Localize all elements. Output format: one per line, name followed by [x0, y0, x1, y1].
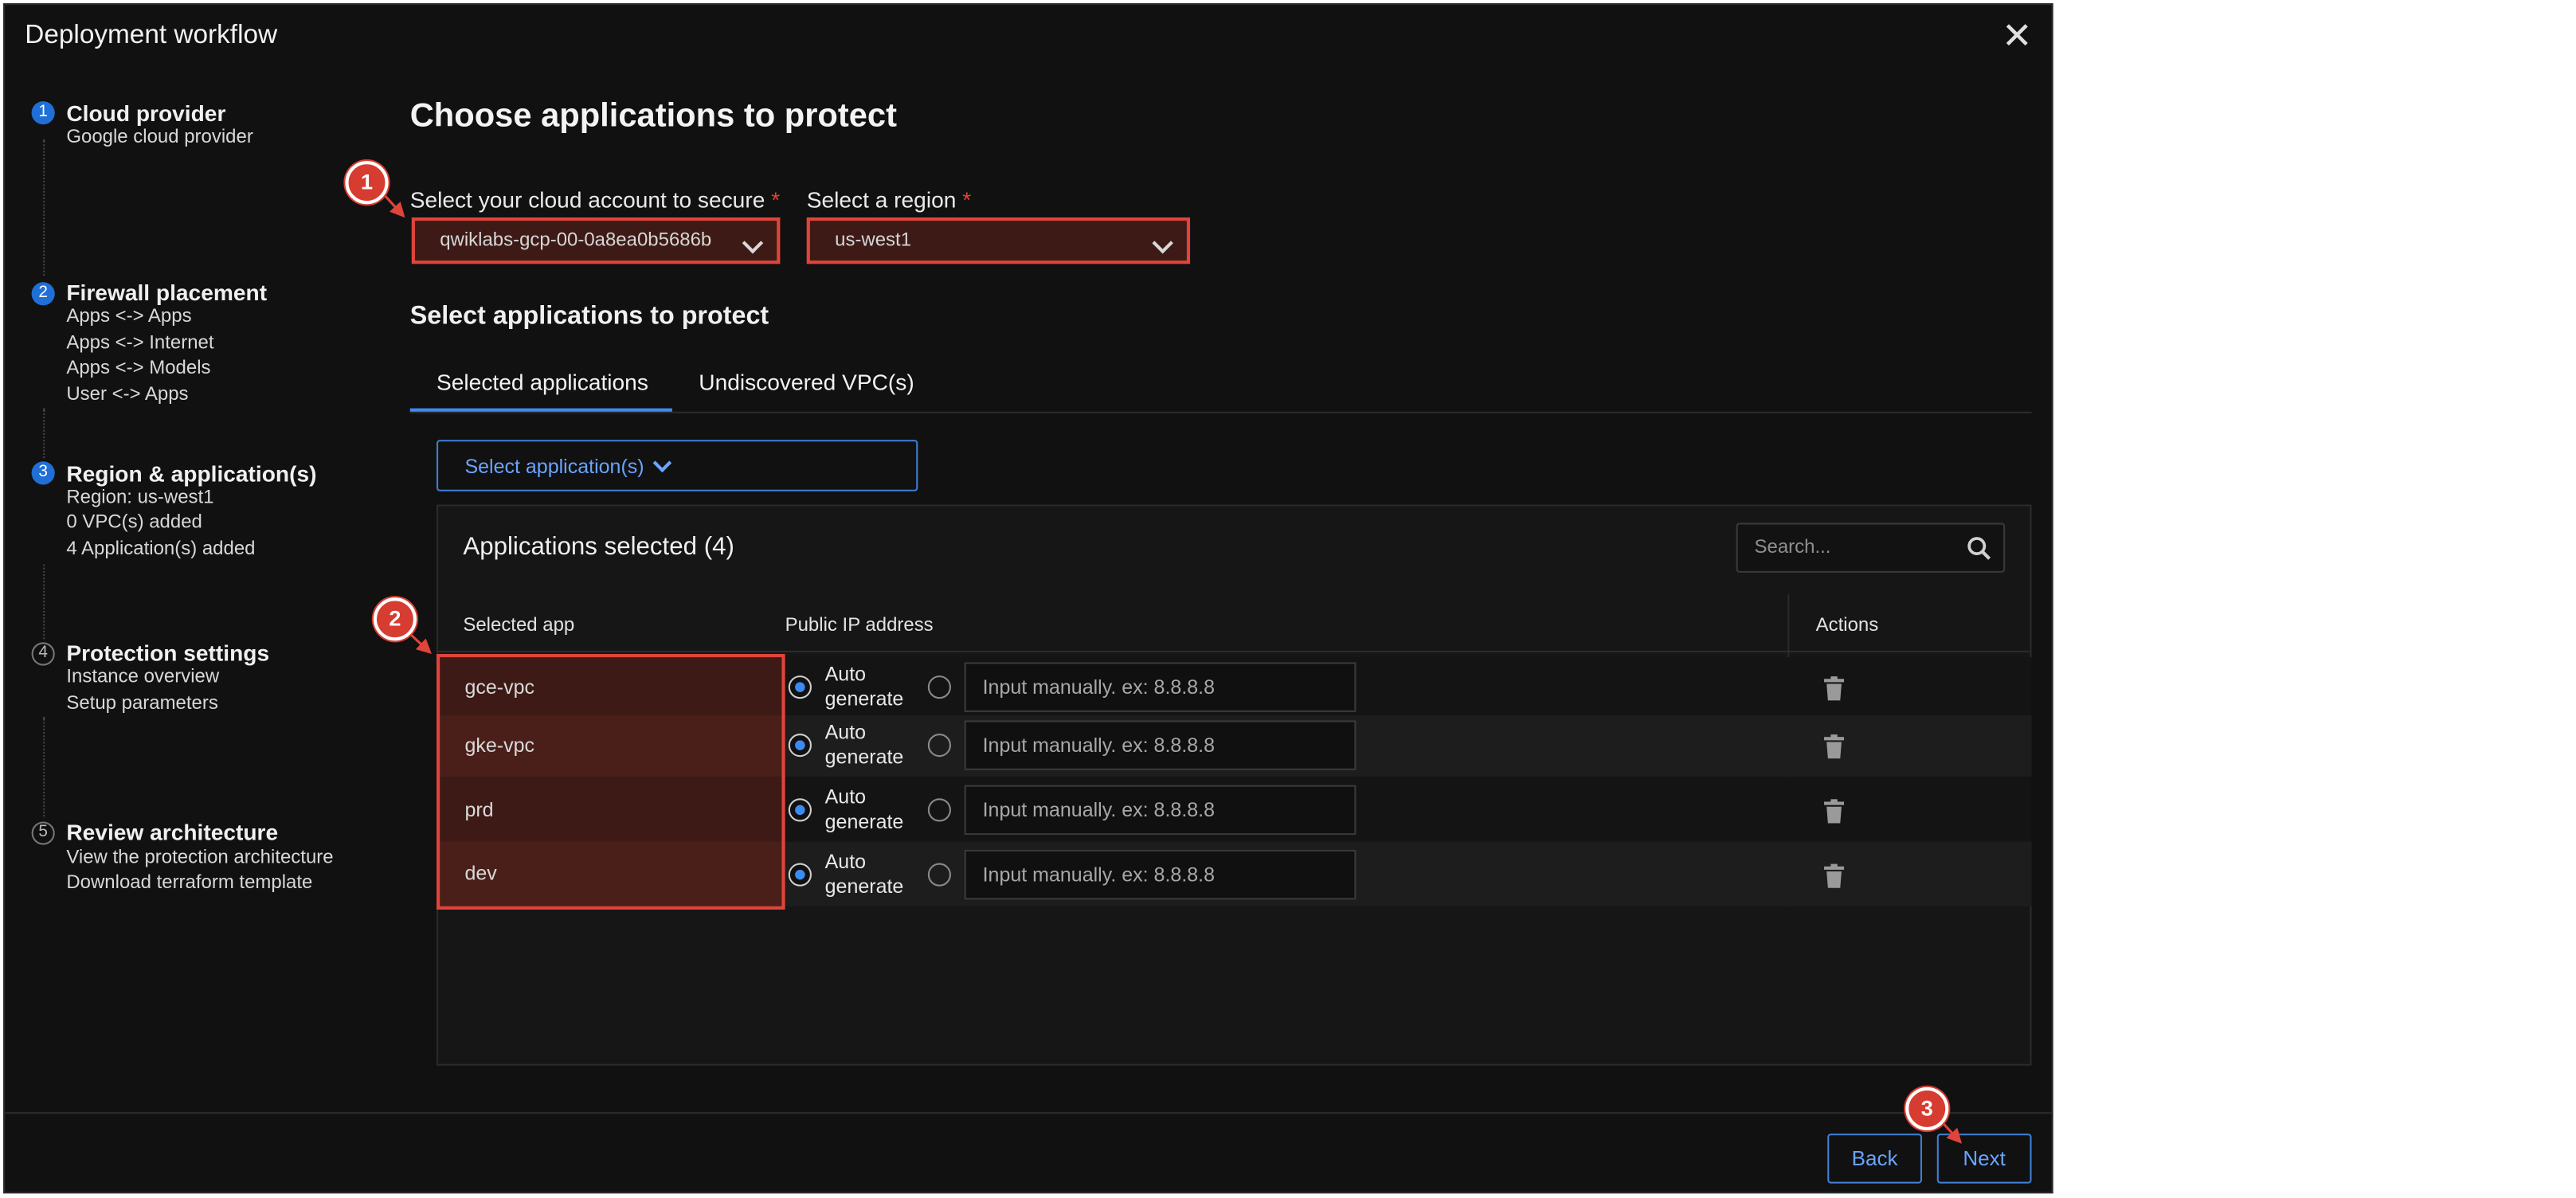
- screenshot-stage: Deployment workflow ✕ 1 Cloud provider G…: [0, 0, 2576, 1198]
- annotation-badge-3: 3: [1905, 1086, 1949, 1131]
- annotation-badge-1: 1: [345, 161, 389, 205]
- annotation-badge-2: 2: [373, 597, 417, 641]
